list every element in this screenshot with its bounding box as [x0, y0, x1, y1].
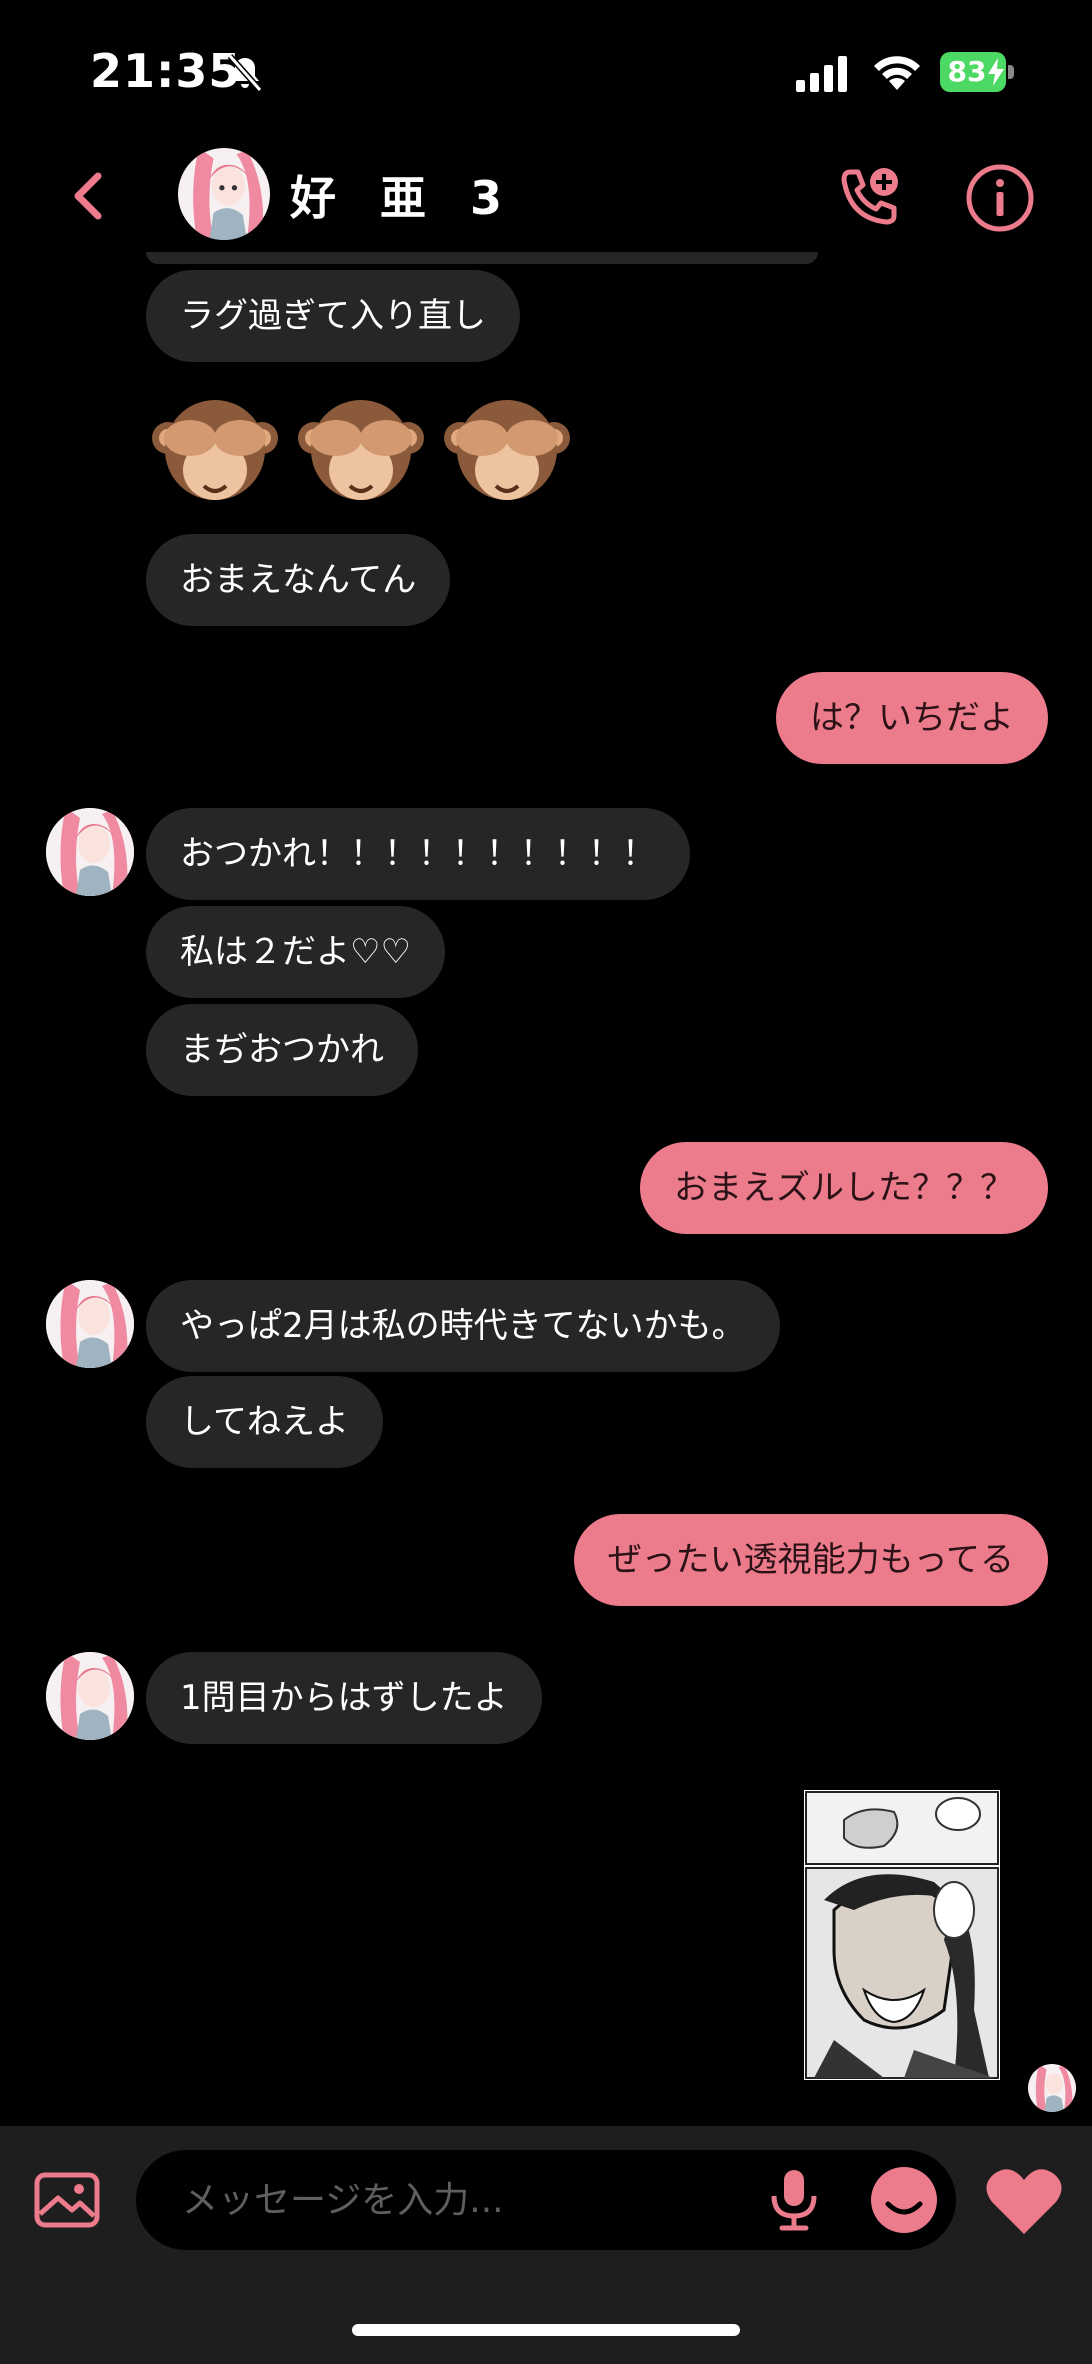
- chat-header: 好 亜 3: [0, 140, 1092, 250]
- image-icon[interactable]: [34, 2172, 100, 2228]
- chevron-left-icon[interactable]: [64, 168, 114, 224]
- message-incoming[interactable]: 1問目からはずしたよ: [146, 1652, 542, 1744]
- contact-avatar[interactable]: [46, 1280, 134, 1368]
- contact-avatar[interactable]: [178, 148, 270, 240]
- heart-icon[interactable]: [984, 2166, 1064, 2236]
- image-message-manga[interactable]: [804, 1790, 1000, 2080]
- contact-avatar[interactable]: [46, 808, 134, 896]
- message-incoming[interactable]: 私は２だよ♡♡: [146, 906, 445, 998]
- info-icon[interactable]: [964, 162, 1036, 234]
- cellular-signal-icon: [796, 56, 847, 92]
- see-no-evil-monkey-icon: [152, 400, 278, 500]
- message-outgoing[interactable]: おまえズルした？？？: [640, 1142, 1048, 1234]
- status-time: 21:35: [90, 44, 242, 98]
- message-outgoing[interactable]: は？いちだよ: [776, 672, 1048, 764]
- message-input[interactable]: [182, 2172, 742, 2228]
- contact-name[interactable]: 好 亜 3: [290, 162, 516, 228]
- read-receipt-avatar: [1026, 2062, 1078, 2114]
- message-outgoing[interactable]: ぜったい透視能力もってる: [573, 1514, 1048, 1606]
- bell-muted-icon: [227, 54, 263, 92]
- see-no-evil-monkey-icon: [298, 400, 424, 500]
- contact-avatar[interactable]: [46, 1652, 134, 1740]
- previous-message-edge: [146, 252, 818, 264]
- status-bar: 21:35 83: [0, 0, 1092, 140]
- microphone-icon[interactable]: [766, 2168, 822, 2232]
- battery-indicator: 83: [940, 52, 1014, 92]
- charging-bolt-icon: [988, 58, 1004, 86]
- home-indicator[interactable]: [352, 2324, 740, 2336]
- smiley-icon[interactable]: [870, 2166, 938, 2234]
- message-incoming[interactable]: ラグ過ぎて入り直し: [146, 270, 520, 362]
- message-incoming[interactable]: してねえよ: [146, 1376, 383, 1468]
- wifi-icon: [874, 56, 920, 90]
- message-incoming[interactable]: やっぱ2月は私の時代きてないかも。: [146, 1280, 780, 1372]
- message-incoming[interactable]: おまえなんてん: [146, 534, 451, 626]
- message-incoming[interactable]: まぢおつかれ: [146, 1004, 418, 1096]
- see-no-evil-monkey-icon: [444, 400, 570, 500]
- message-input-wrapper: [136, 2150, 956, 2250]
- phone-plus-icon[interactable]: [836, 164, 902, 230]
- message-incoming[interactable]: おつかれ！！！！！！！！！！: [146, 808, 690, 900]
